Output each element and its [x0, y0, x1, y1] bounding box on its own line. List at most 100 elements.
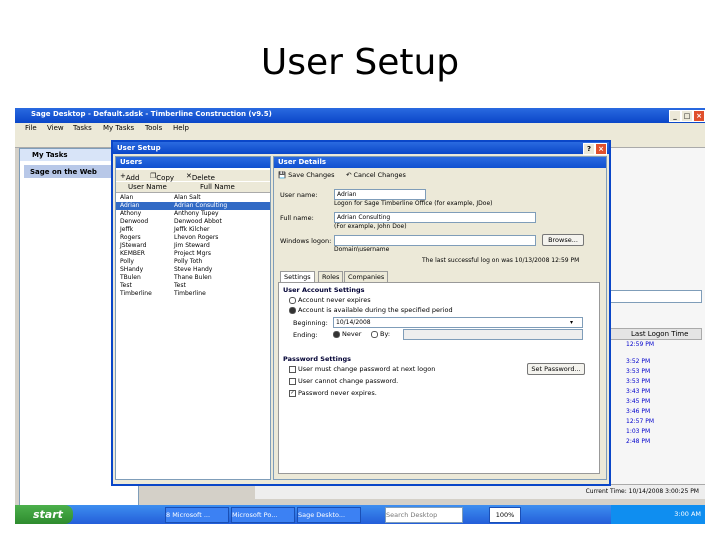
never-expires-label: Password never expires. [298, 389, 377, 397]
time-row: 2:48 PM [626, 438, 651, 445]
start-button[interactable]: start [15, 505, 73, 524]
user-name-cell: Polly [120, 258, 134, 265]
slide-title: User Setup [260, 42, 460, 83]
menu-help[interactable]: Help [173, 124, 189, 132]
delete-user-button[interactable]: ✕ Delete [186, 172, 215, 182]
user-name-label: User name: [280, 191, 318, 199]
menu-tools[interactable]: Tools [145, 124, 162, 132]
last-logon-header[interactable]: Last Logon Time [610, 328, 702, 340]
settings-tab-body: User Account Settings Account never expi… [278, 282, 600, 474]
my-tasks-label: My Tasks [32, 151, 68, 159]
user-name-value: Adrian [337, 191, 357, 198]
must-change-checkbox[interactable]: User must change password at next logon [289, 365, 435, 373]
app-window: Sage Desktop - Default.sdsk - Timberline… [15, 108, 705, 524]
full-name-cell: Steve Handy [174, 266, 213, 273]
ending-never-radio[interactable]: Never [333, 330, 361, 338]
user-name-cell: SHandy [120, 266, 144, 273]
delete-label: Delete [191, 174, 215, 182]
user-row[interactable]: Athony Anthony Tupey [116, 210, 270, 218]
menu-bar: File View Tasks My Tasks Tools Help [15, 123, 705, 134]
maximize-button[interactable]: □ [681, 110, 693, 122]
menu-tasks[interactable]: Tasks [73, 124, 92, 132]
tab-roles[interactable]: Roles [318, 271, 344, 282]
user-name-field[interactable]: Adrian [334, 189, 426, 200]
add-user-button[interactable]: + Add [120, 172, 139, 182]
users-header-label: Users [120, 158, 143, 166]
user-row[interactable]: Denwood Denwood Abbot [116, 218, 270, 226]
logon-hint: Logon for Sage Timberline Office (for ex… [334, 200, 493, 207]
cannot-change-label: User cannot change password. [298, 377, 399, 385]
user-row[interactable]: Jeffk Jeffk Kilcher [116, 226, 270, 234]
search-desktop-input[interactable]: Search Desktop [385, 507, 463, 523]
full-name-cell: Alan Salt [174, 194, 201, 201]
app-title: Sage Desktop - Default.sdsk - Timberline… [31, 110, 272, 118]
dialog-close-button[interactable]: × [595, 143, 607, 155]
ending-date-field[interactable] [403, 329, 583, 340]
col-user-name[interactable]: User Name [128, 183, 167, 191]
tab-settings[interactable]: Settings [280, 271, 315, 282]
user-row[interactable]: Alan Alan Salt [116, 194, 270, 202]
users-pane: Users + Add ❐ Copy ✕ Delete User Name Fu… [115, 156, 271, 480]
beginning-date-field[interactable]: 10/14/2008 ▾ [333, 317, 583, 328]
full-name-cell: Thane Bulen [174, 274, 212, 281]
account-period-radio[interactable]: Account is available during the specifie… [289, 306, 453, 314]
user-row[interactable]: Adrian Adrian Consulting [116, 202, 270, 210]
users-column-headers: User Name Full Name [116, 182, 270, 193]
ending-by-radio[interactable]: By: [371, 330, 390, 338]
last-logon-text: The last successful log on was 10/13/200… [422, 257, 580, 264]
full-name-cell: Jeffk Kilcher [174, 226, 210, 233]
zoom-level: 100% [489, 507, 521, 523]
full-name-cell: Denwood Abbot [174, 218, 222, 225]
taskbar-item[interactable]: Microsoft Po... [231, 507, 295, 523]
set-password-button[interactable]: Set Password... [527, 363, 585, 375]
minimize-button[interactable]: _ [669, 110, 681, 122]
sage-on-the-web-label: Sage on the Web [30, 168, 97, 176]
full-name-cell: Timberline [174, 290, 206, 297]
save-changes-button[interactable]: 💾 Save Changes [278, 171, 334, 179]
user-row[interactable]: SHandy Steve Handy [116, 266, 270, 274]
user-row[interactable]: Polly Polly Toth [116, 258, 270, 266]
user-name-cell: Adrian [120, 202, 140, 209]
menu-view[interactable]: View [47, 124, 64, 132]
windows-logon-field[interactable] [334, 235, 536, 246]
beginning-label: Beginning: [293, 319, 328, 327]
right-search-input[interactable] [610, 290, 702, 303]
user-row[interactable]: TBulen Thane Bulen [116, 274, 270, 282]
col-full-name[interactable]: Full Name [200, 183, 235, 191]
never-expires-checkbox[interactable]: ✓ Password never expires. [289, 389, 377, 397]
full-name-field[interactable]: Adrian Consulting [334, 212, 536, 223]
tab-companies[interactable]: Companies [344, 271, 389, 282]
close-button[interactable]: × [693, 110, 705, 122]
cancel-changes-button[interactable]: ↶ Cancel Changes [346, 171, 406, 179]
user-name-cell: Denwood [120, 218, 149, 225]
menu-file[interactable]: File [25, 124, 37, 132]
cannot-change-checkbox[interactable]: User cannot change password. [289, 377, 398, 385]
menu-my-tasks[interactable]: My Tasks [103, 124, 134, 132]
user-setup-dialog: User Setup ? × Users + Add ❐ Copy ✕ Dele… [111, 140, 611, 486]
account-never-radio[interactable]: Account never expires [289, 296, 371, 304]
browse-button[interactable]: Browse... [542, 234, 584, 246]
beginning-date-value: 10/14/2008 [336, 319, 371, 326]
details-header: User Details [274, 157, 606, 168]
user-row[interactable]: Rogers Lhevon Rogers [116, 234, 270, 242]
user-row[interactable]: Timberline Timberline [116, 290, 270, 298]
system-tray: 3:00 AM [611, 505, 705, 524]
ending-never-label: Never [342, 330, 362, 338]
status-strip: Current Time: 10/14/2008 3:00:25 PM [255, 484, 705, 499]
user-row[interactable]: JSteward Jim Steward [116, 242, 270, 250]
copy-user-button[interactable]: ❐ Copy [150, 172, 174, 182]
taskbar-item[interactable]: Sage Deskto... [297, 507, 361, 523]
cancel-changes-label: Cancel Changes [353, 171, 406, 179]
users-toolbar: + Add ❐ Copy ✕ Delete [116, 170, 270, 182]
clock: 3:00 AM [674, 510, 701, 518]
user-row[interactable]: Test Test [116, 282, 270, 290]
user-name-cell: Rogers [120, 234, 141, 241]
user-row[interactable]: KEMBER Project Mgrs [116, 250, 270, 258]
taskbar-item[interactable]: 8 Microsoft ... [165, 507, 229, 523]
add-label: Add [125, 174, 140, 182]
user-details-pane: User Details 💾 Save Changes ↶ Cancel Cha… [273, 156, 607, 480]
chevron-down-icon[interactable]: ▾ [570, 319, 573, 326]
help-icon[interactable]: ? [583, 143, 595, 155]
full-name-value: Adrian Consulting [337, 214, 391, 221]
user-name-cell: TBulen [120, 274, 141, 281]
